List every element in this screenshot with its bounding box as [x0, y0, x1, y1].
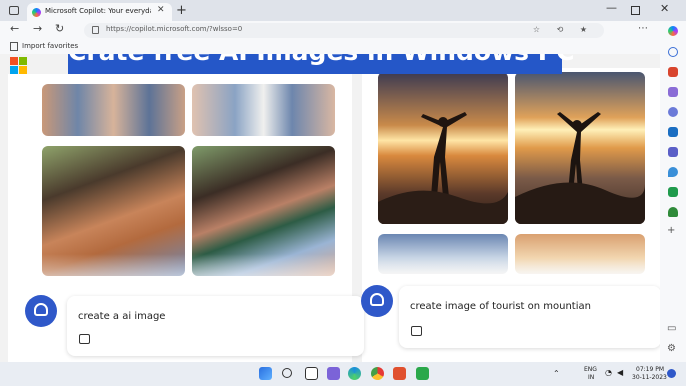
import-favorites-link[interactable]: Import favorites — [22, 42, 78, 50]
address-bar[interactable]: https://copilot.microsoft.com/?wlsso=0 ☆… — [84, 23, 604, 38]
clock-date[interactable]: 30-11-2023 — [632, 374, 667, 381]
title-banner: Crate free AI Images in Windows PC — [68, 54, 574, 74]
edge-taskbar-icon[interactable] — [348, 367, 361, 380]
app-taskbar-icon-green[interactable] — [416, 367, 429, 380]
shopping-sidebar-icon[interactable] — [668, 67, 678, 77]
right-chat-prompt[interactable]: create image of tourist on mountian — [410, 301, 591, 312]
office-sidebar-icon[interactable] — [668, 147, 678, 157]
right-chat-input[interactable]: create image of tourist on mountian — [399, 286, 660, 348]
left-chat-input[interactable]: create a ai image — [67, 296, 364, 356]
url-text[interactable]: https://copilot.microsoft.com/?wlsso=0 — [106, 25, 242, 33]
generated-image-top-left[interactable] — [42, 84, 185, 136]
copilot-favicon-icon — [32, 8, 41, 17]
sidebar-toggle-icon[interactable]: ▭ — [667, 323, 676, 334]
search-sidebar-icon[interactable] — [668, 47, 678, 57]
left-chat-prompt[interactable]: create a ai image — [78, 311, 165, 322]
tourist-silhouette-icon-2 — [515, 112, 645, 224]
shopping-bag-sidebar-icon[interactable] — [668, 187, 678, 197]
clock-time[interactable]: 07:19 PM — [636, 366, 664, 373]
start-icon[interactable] — [259, 367, 272, 380]
favorites-bar: Import favorites — [0, 40, 686, 54]
tray-chevron-icon[interactable]: ⌃ — [553, 369, 560, 378]
image-upload-icon[interactable] — [79, 334, 90, 344]
forward-icon[interactable]: → — [33, 22, 42, 35]
copilot-sidebar-icon[interactable] — [668, 26, 678, 36]
volume-icon[interactable]: ◀ — [617, 368, 623, 377]
more-menu-icon[interactable]: ⋯ — [638, 23, 648, 34]
lock-icon — [92, 26, 99, 34]
address-bar-row: ← → ↻ https://copilot.microsoft.com/?wls… — [0, 21, 686, 40]
new-tab-icon[interactable]: + — [176, 3, 187, 18]
browser-tab[interactable]: Microsoft Copilot: Your everyday ✕ — [27, 3, 172, 21]
image-fade-overlay — [8, 254, 352, 294]
tree-sidebar-icon[interactable] — [668, 207, 678, 217]
search-icon[interactable] — [282, 368, 292, 378]
page-content: Crate free AI Images in Windows PC creat… — [0, 54, 660, 362]
back-icon[interactable]: ← — [10, 22, 19, 35]
maximize-icon[interactable] — [631, 6, 640, 15]
minimize-icon[interactable]: — — [606, 1, 617, 14]
address-bar-actions-icon[interactable]: ☆ ⟲ ★ — [533, 25, 594, 34]
settings-icon[interactable]: ⚙ — [667, 343, 676, 354]
browser-title-bar: Microsoft Copilot: Your everyday ✕ + — ✕ — [0, 0, 686, 21]
app-taskbar-icon-red[interactable] — [393, 367, 406, 380]
microsoft-logo-icon — [10, 57, 27, 74]
tab-close-icon[interactable]: ✕ — [157, 5, 165, 15]
chat-bubble-icon — [34, 303, 48, 316]
drop-sidebar-icon[interactable] — [668, 167, 678, 177]
tourist-silhouette-icon — [378, 112, 508, 224]
chat-app-icon[interactable] — [327, 367, 340, 380]
tools-sidebar-icon[interactable] — [668, 87, 678, 97]
image-upload-icon-right[interactable] — [411, 326, 422, 336]
chat-bubble-icon-right — [370, 293, 384, 306]
close-window-icon[interactable]: ✕ — [660, 2, 669, 15]
language-indicator-line1[interactable]: ENG — [584, 366, 597, 373]
copilot-new-topic-button[interactable] — [25, 295, 57, 327]
generated-image-sunset-right[interactable] — [515, 72, 645, 224]
refresh-icon[interactable]: ↻ — [55, 22, 64, 35]
notification-icon[interactable] — [667, 369, 676, 378]
add-sidebar-icon[interactable]: + — [667, 225, 675, 236]
generated-image-sunset-left[interactable] — [378, 72, 508, 224]
banner-title: Crate free AI Images in Windows PC — [68, 54, 574, 66]
tab-title: Microsoft Copilot: Your everyday — [45, 7, 151, 15]
chrome-taskbar-icon[interactable] — [371, 367, 384, 380]
generated-image-top-right[interactable] — [192, 84, 335, 136]
language-indicator-line2[interactable]: IN — [588, 374, 594, 381]
edge-sidebar: + ▭ ⚙ — [660, 21, 686, 362]
outlook-sidebar-icon[interactable] — [668, 127, 678, 137]
windows-taskbar: ⌃ ENG IN ◔ ◀ 07:19 PM 30-11-2023 — [0, 362, 686, 386]
copilot-new-topic-button-right[interactable] — [361, 285, 393, 317]
wifi-icon[interactable]: ◔ — [605, 368, 612, 377]
tab-actions-icon[interactable] — [9, 6, 19, 15]
games-sidebar-icon[interactable] — [668, 107, 678, 117]
task-view-icon[interactable] — [305, 367, 318, 380]
import-favorites-icon — [10, 42, 18, 51]
